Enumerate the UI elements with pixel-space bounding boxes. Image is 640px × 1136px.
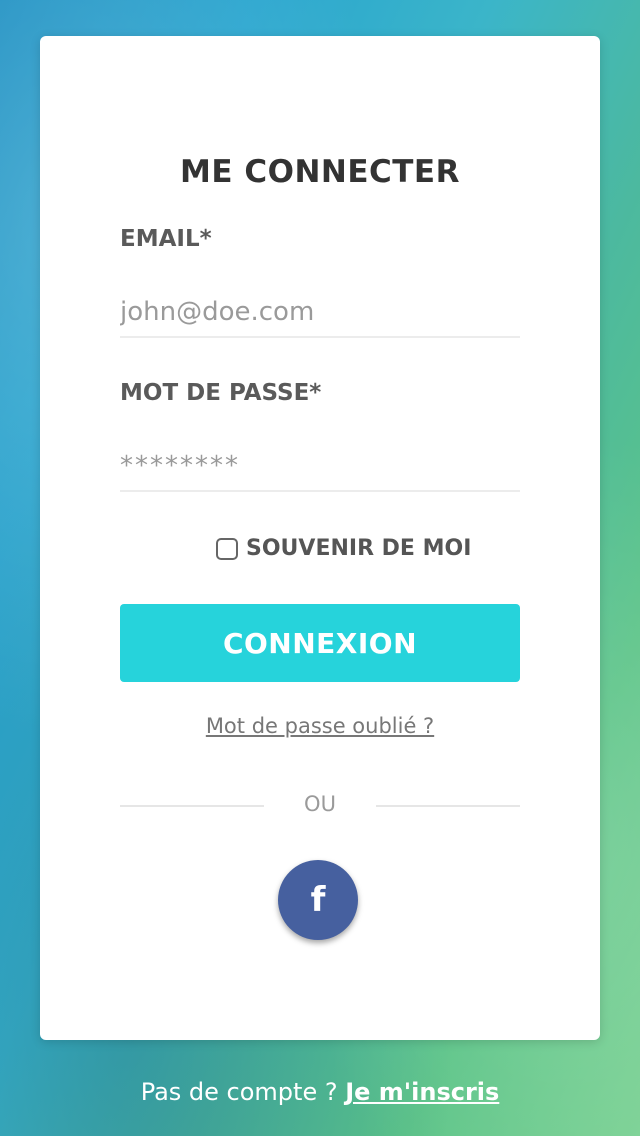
footer: Pas de compte ? Je m'inscris [0, 1078, 640, 1106]
signup-link[interactable]: Je m'inscris [345, 1078, 499, 1106]
email-label: EMAIL* [120, 226, 212, 252]
remember-label: SOUVENIR DE MOI [246, 536, 472, 561]
login-card: ME CONNECTER EMAIL* MOT DE PASSE* SOUVEN… [40, 36, 600, 1040]
footer-prompt: Pas de compte ? [140, 1078, 346, 1106]
page-title: ME CONNECTER [180, 154, 460, 190]
email-field[interactable] [120, 288, 520, 338]
forgot-password-link[interactable]: Mot de passe oublié ? [40, 714, 600, 738]
login-button[interactable]: CONNEXION [120, 604, 520, 682]
divider-text: OU [304, 792, 336, 816]
remember-me[interactable]: SOUVENIR DE MOI [216, 536, 471, 561]
remember-checkbox[interactable] [216, 537, 238, 560]
password-label: MOT DE PASSE* [120, 380, 322, 406]
divider-right [376, 805, 520, 807]
facebook-icon: f [310, 880, 326, 920]
password-field[interactable] [120, 442, 520, 492]
facebook-login-button[interactable]: f [278, 860, 358, 940]
